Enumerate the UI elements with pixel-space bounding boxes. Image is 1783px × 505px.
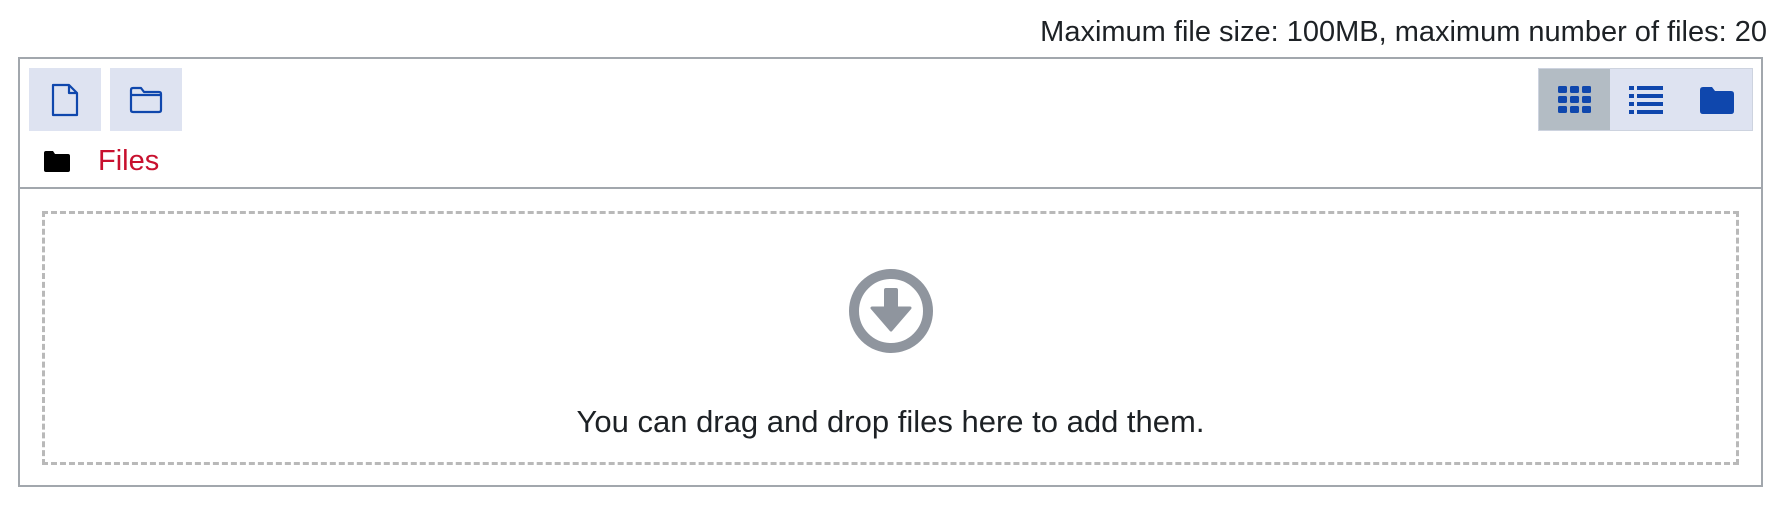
grid-icon	[1557, 85, 1591, 113]
file-limits-text: Maximum file size: 100MB, maximum number…	[1040, 16, 1767, 48]
file-drop-zone[interactable]: You can drag and drop files here to add …	[42, 211, 1739, 465]
file-icon	[51, 83, 79, 116]
file-manager: Files You can drag and drop files here t…	[18, 57, 1763, 487]
breadcrumb: Files	[44, 141, 159, 181]
view-icons-button[interactable]	[1539, 69, 1610, 130]
add-file-button[interactable]	[29, 68, 101, 131]
breadcrumb-files-link[interactable]: Files	[98, 141, 159, 181]
file-manager-toolbar: Files	[20, 59, 1761, 189]
folder-icon	[44, 150, 70, 172]
download-circle-icon	[848, 269, 933, 353]
drop-zone-instructions: You can drag and drop files here to add …	[576, 404, 1205, 439]
view-tree-button[interactable]	[1681, 69, 1752, 130]
view-list-button[interactable]	[1610, 69, 1681, 130]
view-mode-switcher	[1538, 68, 1753, 131]
list-icon	[1628, 85, 1663, 114]
folder-tree-icon	[1699, 86, 1734, 114]
folder-outline-icon	[129, 86, 163, 113]
create-folder-button[interactable]	[110, 68, 182, 131]
